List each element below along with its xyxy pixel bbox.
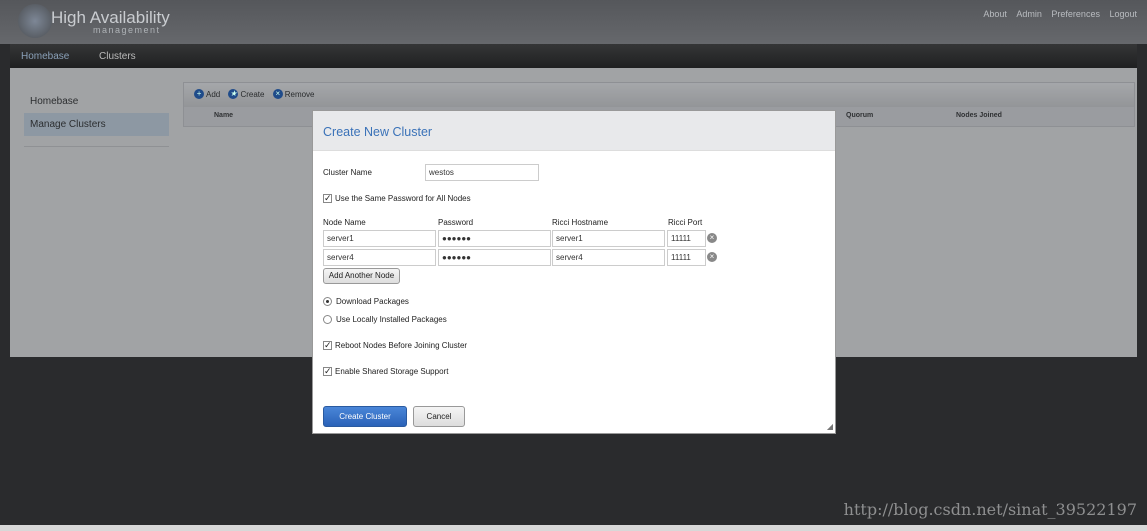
column-password: Password	[438, 218, 474, 227]
resize-handle-icon[interactable]: ◢	[827, 422, 833, 431]
add-another-node-button[interactable]: Add Another Node	[323, 268, 400, 284]
checkbox-icon: ✓	[323, 366, 332, 377]
dialog-title: Create New Cluster	[313, 111, 835, 151]
node-name-input[interactable]: server4	[323, 249, 436, 266]
admin-link[interactable]: Admin	[1016, 9, 1042, 19]
star-icon: ★	[228, 89, 239, 99]
reboot-nodes-checkbox[interactable]: ✓ Reboot Nodes Before Joining Cluster	[323, 340, 467, 351]
column-ricci-hostname: Ricci Hostname	[552, 218, 609, 227]
ricci-hostname-input[interactable]: server4	[552, 249, 665, 266]
column-quorum[interactable]: Quorum	[846, 112, 873, 119]
breadcrumb-clusters[interactable]: Clusters	[99, 51, 136, 62]
remove-button[interactable]: × Remove	[272, 89, 315, 99]
remove-icon: ×	[272, 89, 283, 99]
preferences-link[interactable]: Preferences	[1051, 9, 1100, 19]
checkbox-icon: ✓	[323, 340, 332, 351]
password-input[interactable]: ●●●●●●	[438, 249, 551, 266]
sidebar: Homebase Manage Clusters	[24, 90, 169, 147]
column-ricci-port: Ricci Port	[668, 218, 703, 227]
column-nodes-joined[interactable]: Nodes Joined	[956, 112, 1002, 119]
ricci-port-input[interactable]: 11111	[667, 230, 706, 247]
same-password-checkbox[interactable]: ✓ Use the Same Password for All Nodes	[323, 193, 471, 204]
watermark: http://blog.csdn.net/sinat_39522197	[843, 500, 1137, 519]
taskbar	[0, 525, 1147, 531]
breadcrumb-homebase[interactable]: Homebase	[21, 51, 69, 62]
create-cluster-dialog: Create New Cluster Cluster Name westos ✓…	[312, 110, 836, 434]
column-name[interactable]: Name	[214, 112, 233, 119]
remove-node-icon[interactable]: ×	[707, 233, 717, 243]
create-cluster-button[interactable]: Create Cluster	[323, 406, 407, 427]
sidebar-item-homebase[interactable]: Homebase	[24, 90, 169, 113]
cluster-name-input[interactable]: westos	[425, 164, 539, 181]
cluster-name-label: Cluster Name	[323, 168, 372, 177]
plus-icon: +	[194, 89, 204, 99]
about-link[interactable]: About	[983, 9, 1007, 19]
checkbox-icon: ✓	[323, 193, 332, 204]
add-button[interactable]: + Add	[194, 89, 220, 99]
cancel-button[interactable]: Cancel	[413, 406, 465, 427]
app-header: High Availability management About Admin…	[0, 0, 1147, 44]
password-input[interactable]: ●●●●●●	[438, 230, 551, 247]
node-name-input[interactable]: server1	[323, 230, 436, 247]
local-packages-radio[interactable]: Use Locally Installed Packages	[323, 315, 447, 325]
logout-link[interactable]: Logout	[1109, 9, 1137, 19]
sidebar-item-manage-clusters[interactable]: Manage Clusters	[24, 113, 169, 136]
create-button[interactable]: ★ Create	[228, 89, 264, 99]
shared-storage-checkbox[interactable]: ✓ Enable Shared Storage Support	[323, 366, 448, 377]
remove-node-icon[interactable]: ×	[707, 252, 717, 262]
app-subtitle: management	[93, 25, 161, 35]
column-node-name: Node Name	[323, 218, 366, 227]
logo-icon	[18, 4, 52, 38]
ricci-hostname-input[interactable]: server1	[552, 230, 665, 247]
download-packages-radio[interactable]: Download Packages	[323, 297, 409, 307]
breadcrumb: Homebase Clusters	[10, 44, 1137, 68]
ricci-port-input[interactable]: 11111	[667, 249, 706, 266]
